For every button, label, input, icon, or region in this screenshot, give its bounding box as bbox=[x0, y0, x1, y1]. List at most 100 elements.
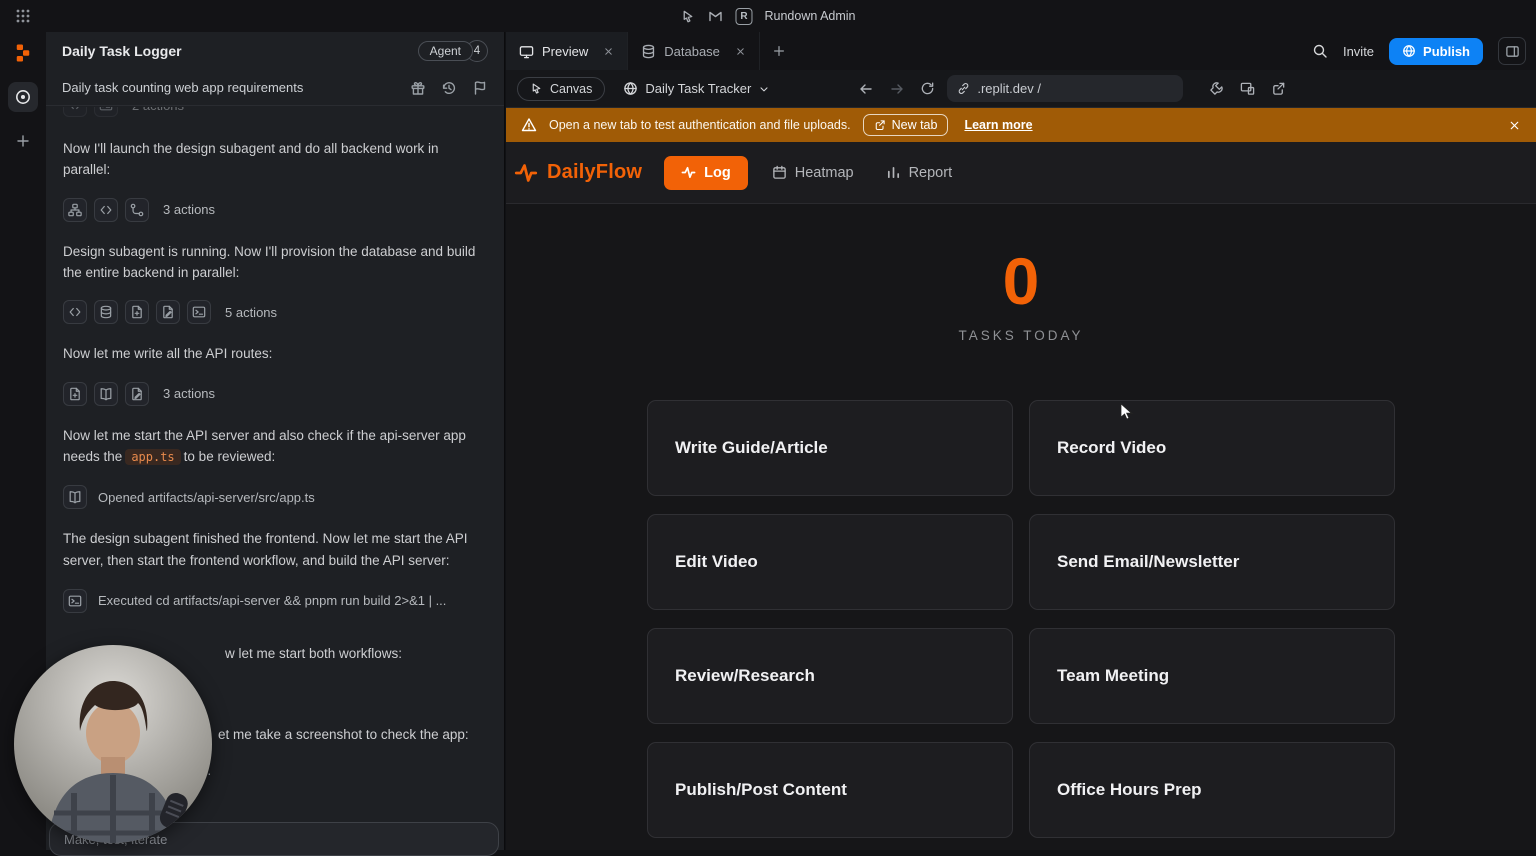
publish-label: Publish bbox=[1423, 44, 1470, 59]
inline-code: app.ts bbox=[125, 449, 180, 465]
learn-more-link[interactable]: Learn more bbox=[964, 118, 1032, 132]
agent-message: The design subagent finished the fronten… bbox=[63, 528, 487, 571]
app-header: DailyFlow Log Heatmap Report bbox=[506, 142, 1536, 204]
book-icon bbox=[63, 485, 87, 509]
task-card[interactable]: Record Video bbox=[1029, 400, 1395, 496]
task-count-value: 0 bbox=[506, 248, 1536, 314]
code-icon[interactable] bbox=[63, 107, 87, 117]
tab-preview[interactable]: Preview bbox=[506, 32, 628, 70]
workflow-icon[interactable] bbox=[125, 198, 149, 222]
task-card[interactable]: Office Hours Prep bbox=[1029, 742, 1395, 838]
action-item[interactable]: Opened artifacts/api-server/src/app.ts bbox=[63, 485, 487, 509]
tab-database[interactable]: Database bbox=[628, 32, 760, 70]
mouse-cursor bbox=[1118, 402, 1136, 422]
nav-log-button[interactable]: Log bbox=[664, 156, 748, 190]
database-icon bbox=[641, 44, 656, 59]
mail-icon bbox=[707, 8, 723, 24]
top-strip: R Rundown Admin bbox=[0, 0, 1536, 32]
task-card[interactable]: Write Guide/Article bbox=[647, 400, 1013, 496]
action-item-text: Executed cd artifacts/api-server && pnpm… bbox=[98, 593, 446, 608]
chat-header: Daily Task Logger Agent 4 bbox=[46, 32, 504, 70]
actions-count-label: 2 actions bbox=[132, 107, 184, 113]
terminal-icon bbox=[63, 589, 87, 613]
close-icon[interactable] bbox=[735, 46, 746, 57]
link-icon bbox=[957, 82, 970, 95]
url-text: .replit.dev / bbox=[977, 81, 1041, 96]
apps-grid-icon[interactable] bbox=[15, 8, 31, 24]
monitor-icon bbox=[519, 44, 534, 59]
code-icon[interactable] bbox=[63, 300, 87, 324]
banner-close-icon[interactable] bbox=[1508, 119, 1521, 132]
wrench-icon[interactable] bbox=[1209, 81, 1224, 96]
actions-count-label: 3 actions bbox=[163, 386, 215, 401]
globe-icon bbox=[623, 81, 638, 96]
agent-message: Now I'll launch the design subagent and … bbox=[63, 138, 487, 181]
url-bar[interactable]: .replit.dev / bbox=[947, 75, 1183, 102]
task-card[interactable]: Team Meeting bbox=[1029, 628, 1395, 724]
nav-heatmap-button[interactable]: Heatmap bbox=[764, 156, 862, 190]
record-target-icon[interactable] bbox=[8, 82, 38, 112]
invite-button[interactable]: Invite bbox=[1343, 44, 1374, 59]
action-item-text: Opened artifacts/api-server/src/app.ts bbox=[98, 490, 315, 505]
task-grid: Write Guide/Article Record Video Edit Vi… bbox=[647, 400, 1395, 838]
file-plus-icon[interactable] bbox=[125, 300, 149, 324]
panel-toggle-icon[interactable] bbox=[1498, 37, 1526, 65]
task-counter: 0 TASKS TODAY bbox=[506, 248, 1536, 343]
preview-tool-icons bbox=[1209, 81, 1286, 96]
canvas-button[interactable]: Canvas bbox=[517, 77, 605, 101]
task-card[interactable]: Review/Research bbox=[647, 628, 1013, 724]
brand-name: DailyFlow bbox=[547, 161, 642, 184]
webcam-overlay bbox=[14, 645, 212, 843]
devices-icon[interactable] bbox=[1240, 81, 1255, 96]
file-edit-icon[interactable] bbox=[125, 382, 149, 406]
agent-pill[interactable]: Agent bbox=[418, 41, 473, 61]
warning-icon bbox=[521, 117, 537, 133]
agent-message: Now let me start the API server and also… bbox=[63, 425, 487, 468]
tabbar-right-actions: Invite Publish bbox=[1312, 37, 1536, 65]
external-link-icon bbox=[874, 119, 886, 131]
replit-logo-icon[interactable] bbox=[8, 38, 38, 68]
new-chat-plus-icon[interactable] bbox=[8, 126, 38, 156]
open-external-icon[interactable] bbox=[1271, 81, 1286, 96]
close-icon[interactable] bbox=[603, 46, 614, 57]
file-plus-icon[interactable] bbox=[63, 382, 87, 406]
agent-badge-group: Agent 4 bbox=[418, 40, 488, 62]
presenter-avatar bbox=[14, 645, 212, 843]
app-selector-label: Daily Task Tracker bbox=[645, 81, 751, 96]
gift-icon[interactable] bbox=[410, 80, 426, 96]
agent-message: Design subagent is running. Now I'll pro… bbox=[63, 241, 487, 284]
new-tab-plus-icon[interactable] bbox=[772, 44, 786, 58]
auth-warning-banner: Open a new tab to test authentication an… bbox=[506, 108, 1536, 142]
hierarchy-icon[interactable] bbox=[63, 198, 87, 222]
task-card[interactable]: Edit Video bbox=[647, 514, 1013, 610]
publish-button[interactable]: Publish bbox=[1389, 38, 1483, 65]
reload-icon[interactable] bbox=[920, 81, 935, 96]
app-brand: DailyFlow bbox=[514, 161, 642, 185]
back-icon[interactable] bbox=[858, 81, 874, 97]
thread-actions bbox=[410, 80, 488, 96]
file-edit-icon[interactable] bbox=[156, 300, 180, 324]
actions-row: 3 actions bbox=[63, 382, 487, 406]
workspace: Preview Database Invite Publish Canvas D… bbox=[506, 32, 1536, 850]
history-icon[interactable] bbox=[441, 80, 457, 96]
book-icon[interactable] bbox=[94, 382, 118, 406]
actions-count-label: 5 actions bbox=[225, 305, 277, 320]
forward-icon[interactable] bbox=[889, 81, 905, 97]
database-icon[interactable] bbox=[94, 300, 118, 324]
terminal-icon[interactable] bbox=[94, 107, 118, 117]
new-tab-label: New tab bbox=[892, 118, 938, 132]
terminal-icon[interactable] bbox=[187, 300, 211, 324]
task-count-caption: TASKS TODAY bbox=[506, 328, 1536, 343]
globe-icon bbox=[1402, 44, 1416, 58]
task-card[interactable]: Send Email/Newsletter bbox=[1029, 514, 1395, 610]
flag-icon[interactable] bbox=[472, 80, 488, 96]
active-window-group: R Rundown Admin bbox=[680, 0, 855, 32]
search-icon[interactable] bbox=[1312, 43, 1328, 59]
action-item[interactable]: Executed cd artifacts/api-server && pnpm… bbox=[63, 589, 487, 613]
new-tab-button[interactable]: New tab bbox=[863, 114, 949, 136]
nav-report-button[interactable]: Report bbox=[878, 156, 961, 190]
thread-title: Daily task counting web app requirements bbox=[62, 80, 303, 95]
app-selector[interactable]: Daily Task Tracker bbox=[617, 77, 776, 100]
task-card[interactable]: Publish/Post Content bbox=[647, 742, 1013, 838]
code-icon[interactable] bbox=[94, 198, 118, 222]
